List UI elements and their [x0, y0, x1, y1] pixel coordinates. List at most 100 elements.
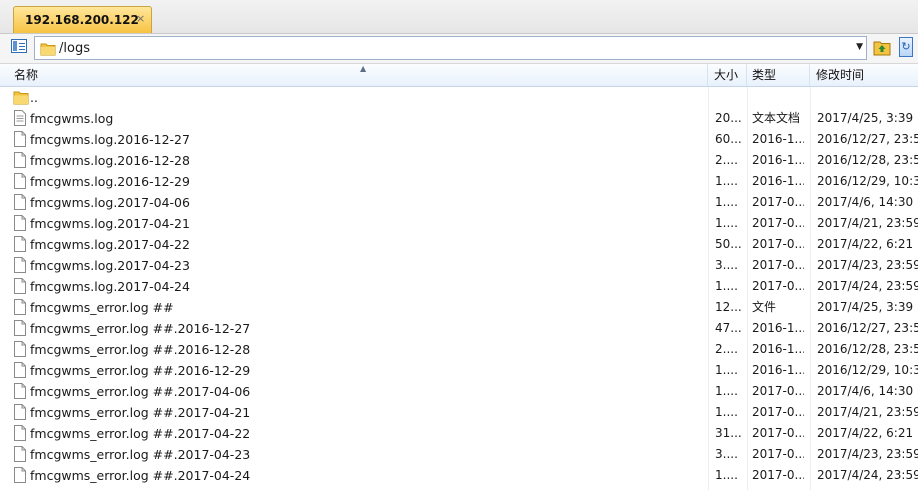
file-row[interactable]: fmcgwms.log.2017-04-24 1.... 2017-0... 2017… [0, 276, 918, 297]
file-modified: 2016/12/27, 23:59 [817, 321, 918, 335]
file-modified [817, 87, 918, 108]
file-modified: 2017/4/22, 6:21 [817, 237, 914, 251]
file-type: 文本文档 [752, 111, 801, 125]
file-type: 2017-0... [752, 279, 804, 293]
file-type: 2017-0... [752, 405, 804, 419]
file-modified: 2017/4/6, 14:30 [817, 195, 914, 209]
file-modified: 2016/12/27, 23:59 [817, 132, 918, 146]
column-header-modified[interactable]: 修改时间 [811, 64, 918, 86]
path-text: /logs [59, 41, 90, 56]
file-type: 2017-0... [752, 468, 804, 482]
file-name: fmcgwms.log.2016-12-28 [30, 153, 190, 168]
file-size: 3.... [715, 258, 738, 272]
file-modified: 2017/4/25, 3:39 [817, 111, 914, 125]
file-type: 2016-1... [752, 321, 804, 335]
chevron-down-icon[interactable]: ▼ [856, 42, 863, 52]
file-name: fmcgwms.log.2017-04-21 [30, 216, 190, 231]
file-row[interactable]: fmcgwms.log.2017-04-06 1.... 2017-0... 2017… [0, 192, 918, 213]
file-modified: 2017/4/24, 23:59 [817, 468, 918, 482]
file-modified: 2017/4/24, 23:59 [817, 279, 918, 293]
file-modified: 2017/4/6, 14:30 [817, 384, 914, 398]
file-modified: 2016/12/28, 23:59 [817, 342, 918, 356]
address-bar: /logs ▼ ↻ [0, 34, 918, 64]
file-name: fmcgwms.log.2016-12-27 [30, 132, 190, 147]
file-row[interactable]: fmcgwms_error.log ##.2017-04-23 3.... 2017… [0, 444, 918, 465]
path-combobox[interactable]: /logs ▼ [34, 36, 867, 60]
column-header: 名称 ▲ 大小 类型 修改时间 [0, 64, 918, 87]
column-type-label: 类型 [752, 68, 777, 82]
file-row[interactable]: fmcgwms.log.2017-04-21 1.... 2017-0... 2017… [0, 213, 918, 234]
file-size: 2.... [715, 153, 738, 167]
file-row[interactable]: fmcgwms_error.log ## 12... 文件 2017/4/25, 3:… [0, 297, 918, 318]
file-name: fmcgwms.log.2017-04-22 [30, 237, 190, 252]
file-size: 3.... [715, 447, 738, 461]
tab-strip: 192.168.200.122 × [0, 0, 918, 34]
file-type [752, 87, 804, 108]
tab-session[interactable]: 192.168.200.122 × [13, 6, 152, 33]
file-row[interactable]: fmcgwms.log.2016-12-27 60... 2016-1... 2016… [0, 129, 918, 150]
file-size: 1.... [715, 195, 738, 209]
file-modified: 2017/4/21, 23:59 [817, 405, 918, 419]
file-type: 2017-0... [752, 258, 804, 272]
column-header-name[interactable]: 名称 ▲ [9, 64, 708, 86]
file-name: fmcgwms_error.log ##.2017-04-06 [30, 384, 251, 399]
column-header-type[interactable]: 类型 [747, 64, 810, 86]
folder-icon [40, 43, 56, 56]
column-header-size[interactable]: 大小 [709, 64, 747, 86]
file-modified: 2017/4/21, 23:59 [817, 216, 918, 230]
column-name-label: 名称 [14, 68, 39, 82]
file-row[interactable]: fmcgwms_error.log ##.2016-12-29 1.... 2016… [0, 360, 918, 381]
file-row[interactable]: fmcgwms.log 20... 文本文档 2017/4/25, 3:39 [0, 108, 918, 129]
file-icon [13, 467, 27, 490]
file-type: 2017-0... [752, 447, 804, 461]
file-size: 1.... [715, 468, 738, 482]
file-modified: 2017/4/25, 3:39 [817, 300, 914, 314]
column-modified-label: 修改时间 [816, 68, 865, 82]
file-name: fmcgwms_error.log ##.2016-12-27 [30, 321, 251, 336]
file-row[interactable]: fmcgwms.log.2017-04-22 50... 2017-0... 2017… [0, 234, 918, 255]
file-row[interactable]: fmcgwms_error.log ##.2016-12-27 47... 2016… [0, 318, 918, 339]
file-row[interactable]: fmcgwms_error.log ##.2017-04-06 1.... 2017… [0, 381, 918, 402]
file-modified: 2016/12/29, 10:32 [817, 363, 918, 377]
file-name: fmcgwms_error.log ##.2017-04-21 [30, 405, 251, 420]
file-name: fmcgwms_error.log ##.2017-04-23 [30, 447, 251, 462]
file-row[interactable]: fmcgwms.log.2016-12-29 1.... 2016-1... 2016… [0, 171, 918, 192]
file-size: 12... [715, 300, 742, 314]
file-row[interactable]: fmcgwms_error.log ##.2017-04-24 1.... 2017… [0, 465, 918, 486]
file-size: 31... [715, 426, 742, 440]
file-type: 2017-0... [752, 237, 804, 251]
file-row[interactable]: fmcgwms.log.2017-04-23 3.... 2017-0... 2017… [0, 255, 918, 276]
close-icon[interactable]: × [136, 12, 145, 25]
file-type: 2016-1... [752, 153, 804, 167]
file-name: fmcgwms_error.log ##.2016-12-29 [30, 363, 251, 378]
file-name: fmcgwms_error.log ##.2016-12-28 [30, 342, 251, 357]
file-name: .. [30, 90, 38, 105]
file-modified: 2017/4/23, 23:59 [817, 447, 918, 461]
file-name: fmcgwms_error.log ##.2017-04-22 [30, 426, 251, 441]
file-name: fmcgwms.log.2017-04-06 [30, 195, 190, 210]
file-row[interactable]: fmcgwms_error.log ##.2016-12-28 2.... 2016… [0, 339, 918, 360]
sort-ascending-icon: ▲ [360, 64, 367, 73]
parent-directory-row[interactable]: .. [0, 87, 918, 108]
file-size [715, 87, 745, 108]
file-type: 2016-1... [752, 174, 804, 188]
file-modified: 2017/4/22, 6:21 [817, 426, 914, 440]
tab-title: 192.168.200.122 [25, 13, 139, 27]
file-modified: 2016/12/29, 10:32 [817, 174, 918, 188]
file-name: fmcgwms_error.log ##.2017-04-24 [30, 468, 251, 483]
file-type: 2016-1... [752, 363, 804, 377]
file-name: fmcgwms_error.log ## [30, 300, 174, 315]
file-size: 1.... [715, 405, 738, 419]
file-name: fmcgwms.log [30, 111, 114, 126]
file-size: 1.... [715, 174, 738, 188]
file-row[interactable]: fmcgwms_error.log ##.2017-04-21 1.... 2017… [0, 402, 918, 423]
file-type: 2017-0... [752, 195, 804, 209]
file-row[interactable]: fmcgwms.log.2016-12-28 2.... 2016-1... 2016… [0, 150, 918, 171]
refresh-icon[interactable]: ↻ [899, 37, 913, 57]
file-type: 2017-0... [752, 216, 804, 230]
file-row[interactable]: fmcgwms_error.log ##.2017-04-22 31... 2017… [0, 423, 918, 444]
folder-tree-toggle-icon[interactable] [11, 39, 27, 53]
file-size: 1.... [715, 279, 738, 293]
file-type: 文件 [752, 300, 777, 314]
parent-folder-icon[interactable] [873, 39, 891, 56]
